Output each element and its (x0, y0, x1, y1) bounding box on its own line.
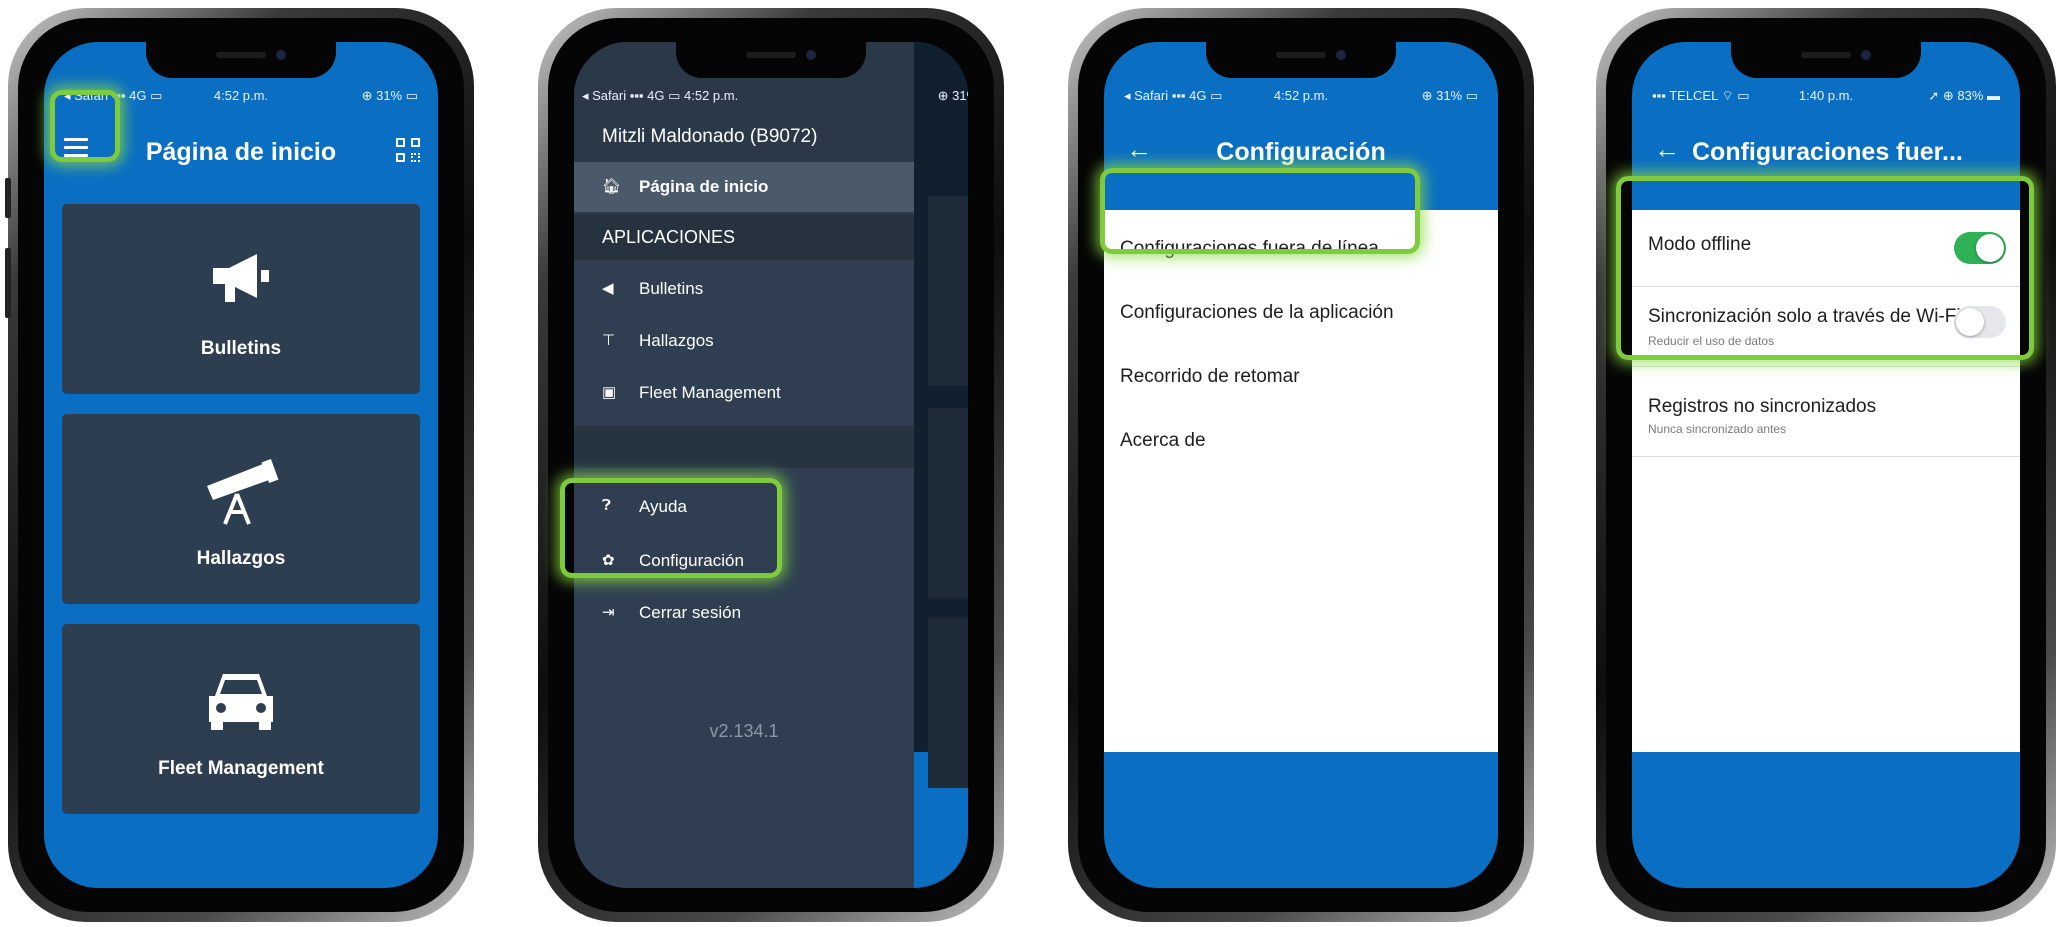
drawer-item-hallazgos[interactable]: ⊤ Hallazgos (574, 316, 914, 366)
drawer-item-label: Cerrar sesión (639, 603, 742, 622)
card-label: Hallazgos (196, 548, 286, 569)
user-name: Mitzli Maldonado (B9072) (602, 126, 818, 147)
highlight-menu-button (50, 90, 120, 162)
dimmed-card (928, 196, 968, 386)
drawer-item-fleet-management[interactable]: ▣ Fleet Management (574, 368, 914, 418)
home-screen: ◂ Safari ▪▪▪ 4G ▭ 4:52 p.m. ⊕ 31% ▭ Pági… (44, 42, 438, 888)
highlight-offline-options (1616, 176, 2034, 360)
qr-code-icon[interactable] (396, 138, 420, 162)
clock: 4:52 p.m. (684, 88, 739, 103)
drawer-item-label: Fleet Management (639, 383, 781, 402)
phone-frame-offline-settings: ▪▪▪ TELCEL ⌔ ▭ 1:40 p.m. ➚ ⊕ 83% ▬ ← Con… (1596, 8, 2056, 922)
car-icon (209, 674, 273, 730)
carrier-text: ◂ Safari ▪▪▪ 4G ▭ (582, 88, 681, 103)
settings-item-resume-tour[interactable]: Recorrido de retomar (1120, 366, 1300, 388)
unsynced-records-label: Registros no sincronizados (1648, 396, 1877, 417)
card-label: Bulletins (200, 338, 282, 359)
notch (1731, 42, 1921, 78)
page-title: Configuraciones fuer... (1692, 138, 1963, 166)
battery-text: ⊕ 31% ▭ (361, 88, 418, 103)
card-hallazgos[interactable]: Hallazgos (62, 414, 420, 604)
card-bulletins[interactable]: Bulletins (62, 204, 420, 394)
notch (676, 42, 866, 78)
card-fleet-management[interactable]: Fleet Management (62, 624, 420, 814)
phone-frame-settings: ◂ Safari ▪▪▪ 4G ▭ 4:52 p.m. ⊕ 31% ▭ ← Co… (1068, 8, 1534, 922)
status-bar: ◂ Safari ▪▪▪ 4G ▭ 4:52 p.m. ⊕ 31% ▭ (1104, 88, 1498, 106)
phone-frame-drawer: ◂ Safari ▪▪▪ 4G ▭ 4:52 p.m. ⊕ 31% ▭ Mitz… (538, 8, 1004, 922)
unsynced-records-row[interactable]: Registros no sincronizados Nunca sincron… (1632, 366, 2020, 457)
app-version: v2.134.1 (709, 721, 779, 741)
notch (1206, 42, 1396, 78)
megaphone-icon: ◀ (602, 280, 614, 297)
offline-settings-screen: ▪▪▪ TELCEL ⌔ ▭ 1:40 p.m. ➚ ⊕ 83% ▬ ← Con… (1632, 42, 2020, 888)
drawer-item-label: Hallazgos (639, 331, 714, 350)
back-arrow-icon[interactable]: ← (1654, 134, 1680, 165)
drawer-item-bulletins[interactable]: ◀ Bulletins (574, 264, 914, 314)
dimmed-card (928, 618, 968, 788)
app-header: ← Configuraciones fuer... (1632, 124, 2020, 180)
settings-list: Configuraciones fuera de línea Configura… (1104, 210, 1498, 752)
drawer-item-home[interactable]: 🏠︎ Página de inicio (574, 162, 914, 212)
navigation-drawer: ◂ Safari ▪▪▪ 4G ▭ 4:52 p.m. ⊕ 31% ▭ Mitz… (574, 42, 968, 888)
settings-item-about[interactable]: Acerca de (1120, 430, 1206, 452)
mute-switch (5, 178, 11, 218)
drawer-item-logout[interactable]: ⇥ Cerrar sesión (574, 588, 914, 638)
volume-up-button (5, 248, 11, 318)
card-label: Fleet Management (158, 758, 324, 779)
drawer-screen: ◂ Safari ▪▪▪ 4G ▭ 4:52 p.m. ⊕ 31% ▭ Mitz… (574, 42, 968, 888)
battery-text: ⊕ 31% ▭ (937, 88, 968, 103)
drawer-divider (574, 426, 914, 468)
drawer-item-label: Página de inicio (639, 177, 769, 196)
settings-item-app[interactable]: Configuraciones de la aplicación (1120, 302, 1394, 324)
home-icon: 🏠︎ (602, 178, 622, 195)
telescope-icon: ⊤ (602, 332, 616, 349)
highlight-settings-item (560, 478, 782, 578)
page-title: Configuración (1216, 138, 1386, 166)
drawer-section-header: APLICACIONES (574, 214, 914, 260)
car-icon: ▣ (602, 384, 617, 401)
phone-frame-home: ◂ Safari ▪▪▪ 4G ▭ 4:52 p.m. ⊕ 31% ▭ Pági… (5, 8, 474, 922)
status-bar: ▪▪▪ TELCEL ⌔ ▭ 1:40 p.m. ➚ ⊕ 83% ▬ (1632, 88, 2020, 106)
status-bar: ◂ Safari ▪▪▪ 4G ▭ 4:52 p.m. ⊕ 31% ▭ (574, 88, 968, 106)
drawer-item-label: Bulletins (639, 279, 704, 298)
battery-text: ⊕ 31% ▭ (1421, 88, 1478, 103)
battery-text: ➚ ⊕ 83% ▬ (1928, 88, 2000, 103)
highlight-offline-settings (1100, 168, 1420, 254)
notch (146, 42, 336, 78)
section-label: APLICACIONES (602, 227, 736, 247)
logout-icon: ⇥ (602, 604, 615, 621)
megaphone-icon (213, 254, 269, 302)
telescope-icon (207, 458, 279, 525)
dimmed-card (928, 408, 968, 598)
unsynced-records-sublabel: Nunca sincronizado antes (1648, 422, 1787, 436)
